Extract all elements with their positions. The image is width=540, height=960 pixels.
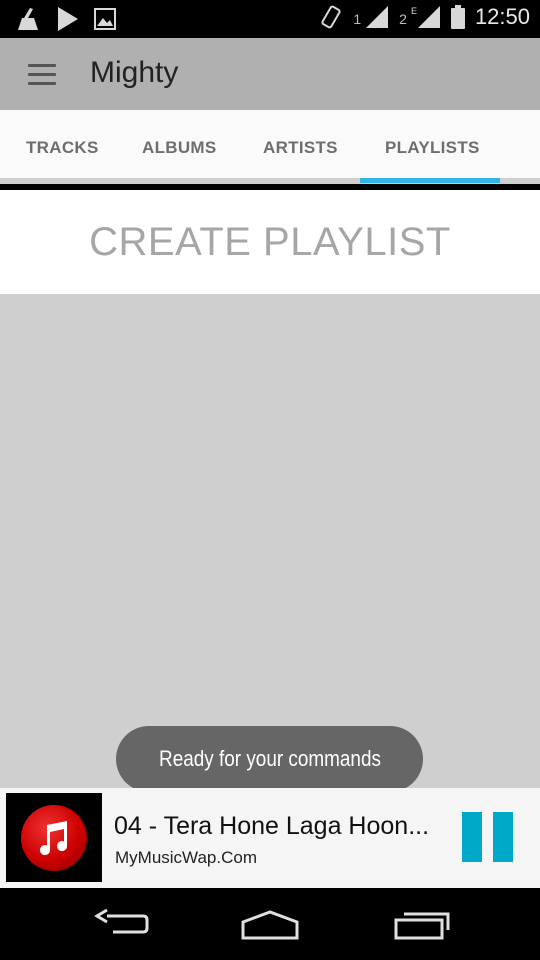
signal-icon: E bbox=[411, 6, 440, 28]
now-playing-bar[interactable]: 04 - Tera Hone Laga Hoon... MyMusicWap.C… bbox=[0, 788, 540, 888]
recents-icon[interactable] bbox=[388, 906, 458, 942]
track-title: 04 - Tera Hone Laga Hoon... bbox=[114, 812, 430, 840]
hamburger-menu-icon[interactable] bbox=[22, 60, 62, 90]
clock: 12:50 bbox=[474, 4, 530, 29]
create-playlist-label: CREATE PLAYLIST bbox=[89, 219, 451, 264]
album-art[interactable] bbox=[6, 793, 102, 882]
create-playlist-button[interactable]: CREATE PLAYLIST bbox=[0, 190, 540, 294]
play-store-icon bbox=[58, 7, 78, 31]
svg-text:E: E bbox=[411, 6, 417, 16]
rotate-icon bbox=[321, 5, 341, 29]
music-note-icon bbox=[21, 804, 87, 871]
sim2-label: 2 bbox=[399, 11, 407, 27]
tab-bar: TRACKS ALBUMS ARTISTS PLAYLISTS bbox=[0, 110, 540, 184]
back-icon[interactable] bbox=[85, 906, 155, 942]
playlist-list bbox=[0, 294, 540, 788]
tab-indicator bbox=[360, 178, 500, 183]
gallery-icon bbox=[94, 8, 116, 30]
signal-icon bbox=[366, 6, 389, 28]
toast: Ready for your commands bbox=[116, 726, 423, 792]
battery-icon bbox=[450, 5, 465, 29]
tab-artists[interactable]: ARTISTS bbox=[263, 138, 338, 158]
app-bar: Mighty bbox=[0, 38, 540, 110]
toast-message: Ready for your commands bbox=[158, 746, 381, 771]
tab-tracks[interactable]: TRACKS bbox=[26, 138, 99, 158]
navigation-bar bbox=[0, 888, 540, 960]
tab-albums[interactable]: ALBUMS bbox=[142, 138, 217, 158]
status-bar: 1 2 E 12:50 bbox=[0, 0, 540, 38]
sim1-label: 1 bbox=[353, 11, 362, 27]
cleaner-icon bbox=[18, 8, 38, 30]
track-artist: MyMusicWap.Com bbox=[115, 848, 257, 867]
home-icon[interactable] bbox=[235, 906, 305, 942]
tab-playlists[interactable]: PLAYLISTS bbox=[385, 138, 480, 158]
pause-icon[interactable] bbox=[462, 812, 514, 862]
app-title: Mighty bbox=[90, 56, 179, 89]
